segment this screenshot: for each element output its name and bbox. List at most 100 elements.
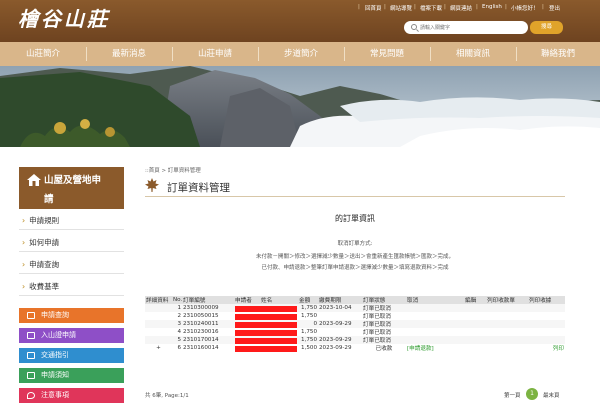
table-row: 5 2310170014 1,750 2023-09-29 訂單已取消	[145, 336, 565, 344]
edit-cell[interactable]	[464, 344, 486, 352]
print-receipt-cell[interactable]	[528, 312, 565, 320]
maple-leaf-icon	[145, 178, 159, 192]
table-row: 1 2310300009 1,750 2023-10-04 訂單已取消	[145, 304, 565, 312]
order-number: 2310230016	[183, 329, 219, 335]
sidebar-item-query[interactable]: › 申請查詢	[19, 255, 124, 274]
order-number: 2310300009	[182, 304, 234, 312]
edit-cell[interactable]	[464, 320, 486, 328]
nav-item-news[interactable]: 最新消息	[86, 42, 172, 66]
order-number: 2310240011	[182, 320, 234, 328]
print-receipt-cell[interactable]	[528, 328, 565, 336]
separator: |	[542, 4, 544, 10]
print-slip-cell[interactable]	[486, 328, 528, 336]
print-slip-cell[interactable]	[486, 304, 528, 312]
cancel-cell[interactable]	[406, 328, 464, 336]
redacted-name	[235, 337, 297, 344]
order-status: 訂單已取消	[362, 320, 406, 328]
nav-item-apply[interactable]: 山莊申請	[172, 42, 258, 66]
edit-cell[interactable]	[464, 304, 486, 312]
cancel-method-title: 取消訂單方式:	[337, 241, 373, 247]
cancel-cell[interactable]	[406, 320, 464, 328]
cancel-cell[interactable]	[406, 312, 464, 320]
sidebar-item-label: 申請規則	[29, 216, 60, 225]
chevron-right-icon: ›	[22, 238, 26, 247]
nav-item-info[interactable]: 相關資訊	[430, 42, 516, 66]
chevron-right-icon: ›	[22, 282, 26, 291]
pin-icon	[27, 392, 35, 399]
sidebar-item-howto[interactable]: › 如何申請	[19, 233, 124, 252]
nav-item-trails[interactable]: 步道簡介	[258, 42, 344, 66]
row-number: 5	[172, 336, 182, 344]
title-divider	[145, 196, 565, 197]
cancel-cell[interactable]	[406, 304, 464, 312]
separator: |	[414, 4, 416, 10]
current-page-button[interactable]: 1	[526, 388, 538, 400]
sidebar-item-fees[interactable]: › 收費基準	[19, 277, 124, 296]
print-receipt-cell[interactable]	[528, 320, 565, 328]
quick-button-permit[interactable]: 入山證申請	[19, 328, 124, 343]
top-links: | 回首頁 | 網站導覽 | 檔案下載 | 網頁連結 | English | 小…	[0, 4, 600, 14]
sidebar-title: 山屋及營地申	[44, 175, 102, 186]
weblinks-link[interactable]: 網頁連結	[450, 4, 472, 12]
row-toggle[interactable]: +	[145, 344, 172, 352]
quick-button-caution[interactable]: 注意事項	[19, 388, 124, 403]
applicant-cell	[234, 304, 298, 312]
sidebar-item-rules[interactable]: › 申請規則	[19, 211, 124, 230]
refund-request-link[interactable]: [申請退款]	[406, 344, 464, 352]
amount: 1,750	[298, 336, 318, 344]
row-number: 1	[172, 304, 182, 312]
order-status: 訂單已取消	[363, 314, 391, 320]
row-toggle[interactable]	[145, 312, 172, 320]
quick-button-query[interactable]: 申請查詢	[19, 308, 124, 323]
search-button[interactable]: 搜尋	[530, 21, 563, 34]
sidebar-item-label: 申請查詢	[29, 260, 60, 269]
nav-item-contact[interactable]: 聯絡我們	[516, 42, 600, 66]
last-page-link[interactable]: 最末頁	[543, 391, 560, 399]
print-slip-cell[interactable]	[486, 320, 528, 328]
logout-link[interactable]: 登出	[549, 4, 560, 12]
nav-item-faq[interactable]: 常見問題	[344, 42, 430, 66]
table-row: + 6 2310160014 1,500 2023-09-29 已收款 [申請退…	[145, 344, 565, 352]
mountain-landscape-image	[0, 66, 600, 147]
column-header: 申請者	[234, 296, 260, 304]
permit-icon	[27, 332, 35, 339]
amount: 1,750	[300, 313, 317, 319]
redacted-name	[235, 313, 297, 320]
print-receipt-link[interactable]: 列印	[528, 344, 565, 352]
mountain-banner	[0, 66, 600, 147]
quick-button-notice[interactable]: 申請須知	[19, 368, 124, 383]
column-header: 列印收據	[528, 296, 565, 304]
payment-deadline	[318, 328, 362, 336]
search-doc-icon	[27, 312, 35, 319]
print-slip-cell[interactable]	[486, 312, 528, 320]
edit-cell[interactable]	[464, 336, 486, 344]
search-input[interactable]	[420, 23, 522, 32]
row-number: 4	[177, 329, 181, 335]
order-status: 訂單已取消	[362, 336, 406, 344]
english-link[interactable]: English	[482, 4, 502, 10]
print-slip-cell[interactable]	[486, 344, 528, 352]
print-slip-cell[interactable]	[486, 336, 528, 344]
row-toggle[interactable]	[145, 304, 172, 312]
edit-cell[interactable]	[464, 328, 486, 336]
applicant-cell	[234, 336, 298, 344]
amount: 1,750	[300, 329, 317, 335]
row-toggle[interactable]	[145, 336, 172, 344]
quick-button-transport[interactable]: 交通指引	[19, 348, 124, 363]
order-status: 訂單已取消	[363, 330, 391, 336]
sidebar-header: 山屋及營地申 請	[19, 167, 124, 209]
payment-deadline: 2023-09-29	[318, 336, 362, 344]
print-receipt-cell[interactable]	[528, 336, 565, 344]
nav-item-about[interactable]: 山莊簡介	[0, 42, 86, 66]
edit-cell[interactable]	[464, 312, 486, 320]
bus-icon	[27, 352, 35, 359]
sitemap-link[interactable]: 網站導覽	[390, 4, 412, 12]
downloads-link[interactable]: 檔案下載	[420, 4, 442, 12]
row-toggle[interactable]	[145, 320, 172, 328]
cancel-cell[interactable]	[406, 336, 464, 344]
print-receipt-cell[interactable]	[528, 304, 565, 312]
cancel-method-line: 已付款、申請退款＞整筆訂單申請退款＞選擇減少數量＞填寫退款資料＞完成	[261, 265, 449, 271]
home-link[interactable]: 回首頁	[365, 4, 382, 12]
first-page-link[interactable]: 第一頁	[504, 391, 521, 399]
row-toggle[interactable]	[145, 328, 172, 336]
